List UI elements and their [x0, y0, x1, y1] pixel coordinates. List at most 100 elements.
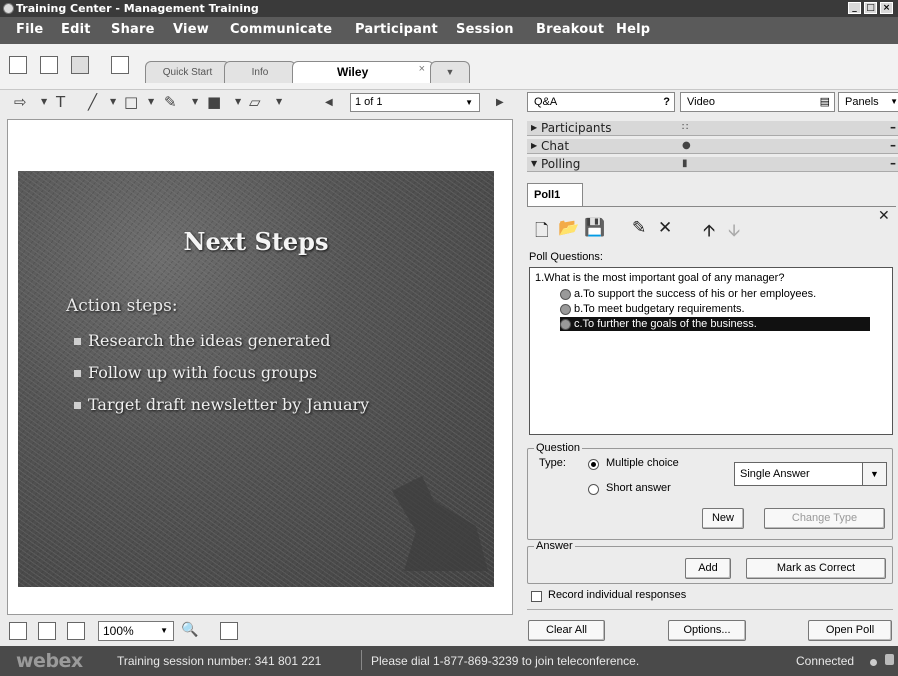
collapse-panel-icon[interactable]: – — [890, 120, 896, 134]
clear-all-button[interactable]: Clear All — [528, 620, 605, 641]
tab-info[interactable]: Info — [224, 61, 296, 83]
title-bar: Training Center - Management Training _ … — [0, 0, 898, 17]
new-button[interactable]: New — [702, 508, 744, 529]
menu-communicate[interactable]: Communicate — [230, 22, 332, 37]
full-view-icon[interactable] — [9, 622, 27, 640]
multiple-choice-label[interactable]: Multiple choice — [606, 457, 679, 469]
maximize-button[interactable]: □ — [864, 2, 877, 14]
poll-option[interactable]: b.To meet budgetary requirements. — [560, 302, 745, 316]
tab-wiley[interactable]: Wiley × — [292, 61, 434, 83]
zoom-in-icon[interactable]: 🔍 — [181, 622, 198, 638]
mark-as-correct-button[interactable]: Mark as Correct — [746, 558, 886, 579]
chevron-down-icon[interactable]: ▼ — [41, 97, 47, 106]
multiple-choice-radio[interactable] — [588, 459, 599, 470]
new-document-icon[interactable] — [9, 56, 27, 74]
page-selector[interactable]: 1 of 1 ▼ — [350, 93, 480, 112]
previous-page-icon[interactable]: ◀ — [325, 97, 333, 108]
expand-icon: ▶ — [531, 141, 538, 150]
video-panel-button[interactable]: Video ▤ — [680, 92, 835, 112]
split-view-icon[interactable] — [67, 622, 85, 640]
tab-close-icon[interactable]: × — [419, 59, 425, 80]
menu-share[interactable]: Share — [111, 22, 155, 37]
whiteboard-icon[interactable] — [71, 56, 89, 74]
chevron-down-icon[interactable]: ▼ — [110, 97, 116, 106]
poll-question[interactable]: 1.What is the most important goal of any… — [535, 272, 784, 284]
edit-icon[interactable] — [111, 56, 129, 74]
slide-bullet: Research the ideas generated — [74, 331, 331, 350]
menu-session[interactable]: Session — [456, 22, 514, 37]
pen-tool-icon[interactable]: ✎ — [164, 93, 177, 111]
answer-mode-select[interactable]: Single Answer ▼ — [734, 462, 887, 486]
move-up-icon[interactable]: 🡩 — [703, 218, 715, 247]
type-label: Type: — [539, 457, 566, 469]
chevron-down-icon[interactable]: ▼ — [192, 97, 198, 106]
poll-questions-list[interactable]: 1.What is the most important goal of any… — [529, 267, 893, 435]
open-folder-icon[interactable]: 📂 — [558, 218, 579, 238]
participants-section[interactable]: ▶ Participants ∷ – — [527, 120, 898, 136]
slide-bullet: Target draft newsletter by January — [74, 395, 369, 414]
question-group-label: Question — [534, 442, 583, 454]
delete-icon[interactable]: ✕ — [658, 218, 672, 238]
close-icon[interactable]: ✕ — [878, 208, 890, 224]
slide-title: Next Steps — [183, 227, 329, 256]
next-page-icon[interactable]: ▶ — [496, 97, 504, 108]
menu-view[interactable]: View — [173, 22, 209, 37]
video-options-icon: ▤ — [819, 96, 830, 108]
minimize-button[interactable]: _ — [848, 2, 861, 14]
record-responses-label[interactable]: Record individual responses — [548, 589, 686, 601]
chevron-down-icon[interactable]: ▼ — [276, 97, 282, 106]
edit-question-icon[interactable]: ✎ — [632, 218, 646, 238]
short-answer-radio[interactable] — [588, 484, 599, 495]
poll-option-selected[interactable]: c.To further the goals of the business. — [560, 317, 870, 331]
pointer-tool-icon[interactable]: ⇨ — [14, 93, 27, 111]
qa-panel-button[interactable]: Q&A ? — [527, 92, 675, 112]
zoom-selector[interactable]: 100% ▼ — [98, 621, 174, 641]
tab-poll1[interactable]: Poll1 — [527, 183, 583, 207]
poll-questions-label: Poll Questions: — [529, 251, 603, 263]
collapse-panel-icon[interactable]: – — [890, 156, 896, 170]
poll-option[interactable]: a.To support the success of his or her e… — [560, 287, 816, 301]
new-poll-icon[interactable]: 🗋 — [535, 218, 549, 247]
chat-section[interactable]: ▶ Chat ● – — [527, 138, 898, 154]
panels-menu[interactable]: Panels ▼ — [838, 92, 898, 112]
add-answer-button[interactable]: Add — [685, 558, 731, 579]
chevron-down-icon[interactable]: ▼ — [235, 97, 241, 106]
color-tool-icon[interactable]: ■ — [207, 93, 221, 111]
collapse-panel-icon[interactable]: – — [890, 138, 896, 152]
participants-icon: ∷ — [682, 122, 689, 133]
eraser-tool-icon[interactable]: ▱ — [249, 93, 261, 111]
menu-participant[interactable]: Participant — [355, 22, 438, 37]
rectangle-tool-icon[interactable]: □ — [124, 93, 138, 111]
qa-label: Q&A — [534, 96, 558, 108]
menu-edit[interactable]: Edit — [61, 22, 91, 37]
divider — [527, 609, 893, 610]
menu-help[interactable]: Help — [616, 22, 650, 37]
thumbnail-view-icon[interactable] — [38, 622, 56, 640]
menu-breakout[interactable]: Breakout — [536, 22, 604, 37]
window-icon[interactable] — [40, 56, 58, 74]
polling-label: Polling — [541, 157, 581, 171]
options-button[interactable]: Options... — [668, 620, 746, 641]
move-down-icon[interactable]: 🡫 — [728, 218, 740, 247]
tab-quick-start[interactable]: Quick Start — [145, 61, 230, 83]
panels-label: Panels — [845, 96, 879, 108]
text-tool-icon[interactable]: T — [56, 93, 65, 111]
line-tool-icon[interactable]: ╱ — [88, 93, 97, 111]
open-poll-button[interactable]: Open Poll — [808, 620, 892, 641]
divider — [527, 206, 896, 207]
short-answer-label[interactable]: Short answer — [606, 482, 671, 494]
save-icon[interactable]: 💾 — [584, 218, 605, 238]
polling-section[interactable]: ▼ Polling ▮ – — [527, 156, 898, 172]
change-type-button[interactable]: Change Type — [764, 508, 885, 529]
connection-status: Connected — [796, 654, 855, 668]
polling-bars-icon: ▮ — [682, 158, 688, 169]
close-button[interactable]: × — [880, 2, 893, 14]
chevron-down-icon: ▼ — [160, 626, 168, 635]
chevron-down-icon[interactable]: ▼ — [148, 97, 154, 106]
expand-icon: ▶ — [531, 123, 538, 132]
help-icon: ? — [663, 96, 670, 108]
sync-display-icon[interactable] — [220, 622, 238, 640]
menu-file[interactable]: File — [16, 22, 43, 37]
tab-dropdown-icon[interactable]: ▼ — [430, 61, 470, 83]
record-responses-checkbox[interactable] — [531, 591, 542, 602]
